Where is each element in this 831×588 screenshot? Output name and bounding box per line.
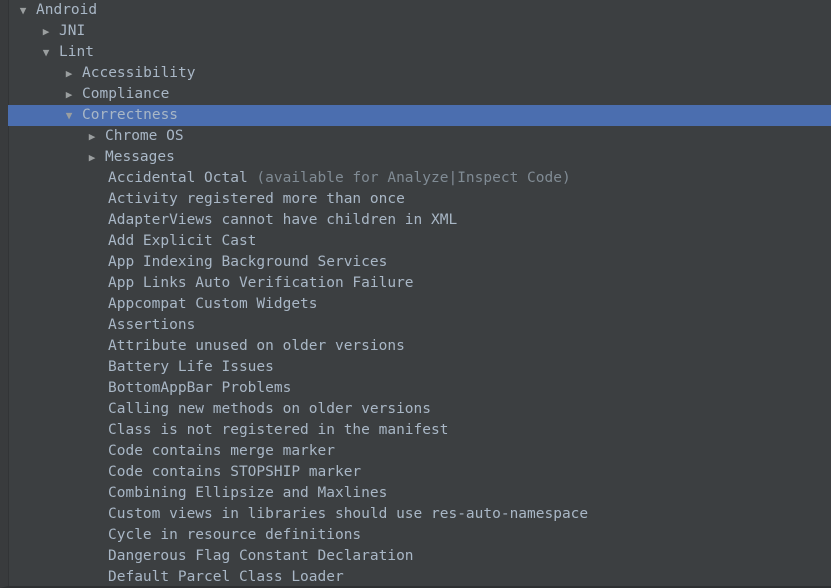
tree-row[interactable]: Chrome OS — [8, 126, 831, 147]
chevron-right-icon[interactable] — [83, 126, 101, 147]
tree-row[interactable]: AdapterViews cannot have children in XML — [8, 210, 831, 231]
tree-row[interactable]: BottomAppBar Problems — [8, 378, 831, 399]
tree-row[interactable]: Messages — [8, 147, 831, 168]
tree-row[interactable]: Add Explicit Cast — [8, 231, 831, 252]
chevron-down-icon[interactable] — [60, 105, 78, 126]
tree-row-label: Battery Life Issues — [108, 359, 274, 375]
tree-row-label: App Links Auto Verification Failure — [108, 275, 414, 291]
tree-row-label: App Indexing Background Services — [108, 254, 388, 270]
tree-row[interactable]: Code contains merge marker — [8, 441, 831, 462]
chevron-right-icon[interactable] — [37, 21, 55, 42]
tree-row-label: Cycle in resource definitions — [108, 527, 362, 543]
tree-row[interactable]: Default Parcel Class Loader — [8, 567, 831, 586]
tree-row-label: Android — [36, 2, 98, 18]
inspections-tree-panel[interactable]: Android JNI Lint Accessibility Compliance Cor… — [0, 0, 831, 588]
tree-row[interactable]: Compliance — [8, 84, 831, 105]
tree-row[interactable]: Code contains STOPSHIP marker — [8, 462, 831, 483]
tree-row-label: Activity registered more than once — [108, 191, 405, 207]
tree-row-label: Compliance — [82, 86, 170, 102]
tree-row-label: Correctness — [82, 107, 179, 123]
tree-row-label: Accessibility — [82, 65, 196, 81]
tree-row-label: Combining Ellipsize and Maxlines — [108, 485, 388, 501]
tree-row-label: Custom views in libraries should use res… — [108, 506, 589, 522]
tree-row[interactable]: Battery Life Issues — [8, 357, 831, 378]
tree-row-label-note: (available for Analyze|Inspect Code) — [256, 170, 571, 186]
tree-row-label: Add Explicit Cast — [108, 233, 257, 249]
tree-row[interactable]: App Links Auto Verification Failure — [8, 273, 831, 294]
tree-row-label: BottomAppBar Problems — [108, 380, 292, 396]
chevron-right-icon[interactable] — [83, 147, 101, 168]
tree-row[interactable]: Attribute unused on older versions — [8, 336, 831, 357]
chevron-right-icon[interactable] — [60, 63, 78, 84]
tree-row-label: Lint — [59, 44, 94, 60]
tree-row[interactable]: Accessibility — [8, 63, 831, 84]
tree-row[interactable]: Cycle in resource definitions — [8, 525, 831, 546]
tree-row-label: AdapterViews cannot have children in XML — [108, 212, 458, 228]
tree-row[interactable]: Class is not registered in the manifest — [8, 420, 831, 441]
tree-row-label: Default Parcel Class Loader — [108, 569, 344, 585]
chevron-down-icon[interactable] — [37, 42, 55, 63]
tree-row[interactable]: Android — [8, 0, 831, 21]
tree-row-label: JNI — [59, 23, 86, 39]
tree-row[interactable]: Accidental Octal (available for Analyze|… — [8, 168, 831, 189]
tree-row[interactable]: Correctness — [8, 105, 831, 126]
tree-row[interactable]: Calling new methods on older versions — [8, 399, 831, 420]
tree-row[interactable]: Custom views in libraries should use res… — [8, 504, 831, 525]
chevron-right-icon[interactable] — [60, 84, 78, 105]
tree-row-label: Attribute unused on older versions — [108, 338, 405, 354]
tree-row-label: Dangerous Flag Constant Declaration — [108, 548, 414, 564]
tree-row[interactable]: JNI — [8, 21, 831, 42]
tree-row[interactable]: Lint — [8, 42, 831, 63]
tree-row-label: Appcompat Custom Widgets — [108, 296, 318, 312]
tree-row[interactable]: Dangerous Flag Constant Declaration — [8, 546, 831, 567]
tree-row[interactable]: Appcompat Custom Widgets — [8, 294, 831, 315]
tree-row-list: Android JNI Lint Accessibility Compliance Cor… — [8, 0, 831, 586]
tree-row[interactable]: Combining Ellipsize and Maxlines — [8, 483, 831, 504]
tree-row-label: Assertions — [108, 317, 196, 333]
tree-row-label: Messages — [105, 149, 175, 165]
tree-row-label: Code contains merge marker — [108, 443, 335, 459]
tree-row-label: Chrome OS — [105, 128, 184, 144]
tree-row[interactable]: Assertions — [8, 315, 831, 336]
tree-row-label: Calling new methods on older versions — [108, 401, 432, 417]
tree-row-label: Accidental Octal (available for Analyze|… — [108, 170, 571, 186]
tree-row-label: Code contains STOPSHIP marker — [108, 464, 362, 480]
tree-row[interactable]: Activity registered more than once — [8, 189, 831, 210]
tree-row[interactable]: App Indexing Background Services — [8, 252, 831, 273]
tree-row-label: Class is not registered in the manifest — [108, 422, 449, 438]
chevron-down-icon[interactable] — [14, 0, 32, 21]
